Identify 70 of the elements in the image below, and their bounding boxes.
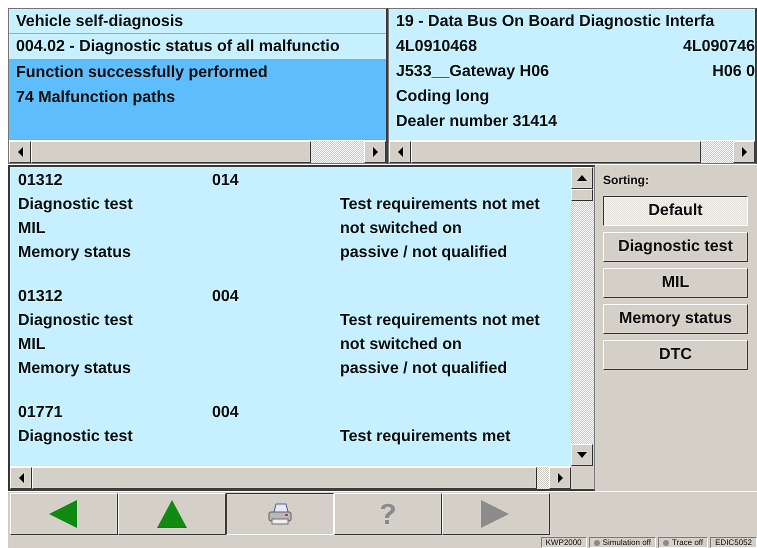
status-line: Function successfully performed [15, 63, 269, 83]
status-field: EDIC5052 [710, 537, 757, 548]
scroll-left-button[interactable] [389, 140, 411, 163]
arrow-icon [372, 146, 378, 158]
scroll-right-button[interactable] [549, 466, 571, 489]
function-title: 004.02 - Diagnostic status of all malfunctio [15, 37, 341, 57]
sort-button[interactable]: MIL [603, 268, 748, 298]
info-text: H06 0 [712, 62, 755, 82]
status-code: 004 [212, 286, 240, 307]
arrow-icon [576, 174, 588, 182]
field-label: Diagnostic test [18, 310, 134, 331]
field-label: Diagnostic test [18, 194, 134, 215]
info-text: 4L0910468 [396, 37, 477, 57]
field-value: Test requirements met [340, 426, 512, 447]
scroll-right-button[interactable] [733, 140, 755, 163]
forward-arrow-icon [481, 500, 511, 528]
sort-button[interactable]: DTC [603, 340, 748, 370]
field-value: passive / not qualified [340, 358, 508, 379]
printer-icon [267, 503, 293, 526]
arrow-icon [556, 472, 564, 484]
status-field: Trace off [658, 537, 708, 548]
scrollbar-thumb[interactable] [32, 466, 537, 489]
sort-button[interactable]: Default [603, 196, 748, 226]
panel-title: Vehicle self-diagnosis [9, 9, 386, 34]
info-text: 19 - Data Bus On Board Diagnostic Interfa [396, 12, 714, 32]
info-text: Coding long [396, 87, 490, 107]
scroll-left-button[interactable] [10, 466, 32, 489]
field-value: Test requirements not met [340, 310, 541, 331]
field-label: MIL [18, 334, 47, 355]
back-arrow-icon [49, 500, 79, 528]
print-button[interactable] [226, 493, 334, 536]
scroll-up-button[interactable] [571, 166, 593, 189]
scrollbar-thumb[interactable] [31, 140, 311, 163]
arrow-icon [16, 146, 24, 158]
arrow-icon [396, 146, 404, 158]
scrollbar-thumb[interactable] [411, 140, 701, 163]
status-field: KWP2000 [540, 537, 587, 548]
back-button[interactable] [10, 493, 118, 536]
info-text: 4L090746 [682, 37, 755, 57]
indicator-dot-icon [594, 540, 600, 546]
status-line: 74 Malfunction paths [15, 88, 176, 108]
field-label: Diagnostic test [18, 426, 134, 447]
info-text: Dealer number 31414 [396, 112, 557, 132]
sort-button[interactable]: Diagnostic test [603, 232, 748, 262]
field-label: Memory status [18, 358, 132, 379]
status-field: Simulation off [588, 537, 656, 548]
fault-code: 01771 [18, 402, 64, 423]
info-text: J533__Gateway H06 [396, 62, 549, 82]
fault-code: 01312 [18, 286, 64, 307]
arrow-icon [18, 472, 24, 484]
up-button[interactable] [118, 493, 226, 536]
field-label: MIL [18, 218, 47, 239]
arrow-icon [576, 450, 588, 459]
sorting-label: Sorting: [603, 172, 650, 187]
indicator-dot-icon [662, 540, 669, 546]
field-value: Test requirements not met [340, 194, 541, 215]
scrollbar-thumb[interactable] [571, 188, 593, 201]
scroll-down-button[interactable] [571, 444, 593, 466]
field-label: Memory status [18, 242, 132, 263]
up-arrow-icon [157, 500, 187, 528]
status-code: 004 [212, 402, 240, 423]
field-value: passive / not qualified [340, 242, 508, 263]
status-code: 014 [212, 170, 240, 191]
scroll-right-button[interactable] [364, 140, 386, 163]
sort-button[interactable]: Memory status [603, 304, 748, 334]
field-value: not switched on [340, 334, 463, 355]
scroll-left-button[interactable] [9, 140, 31, 163]
arrow-icon [740, 146, 748, 158]
field-value: not switched on [340, 218, 463, 239]
fault-code: 01312 [18, 170, 64, 191]
